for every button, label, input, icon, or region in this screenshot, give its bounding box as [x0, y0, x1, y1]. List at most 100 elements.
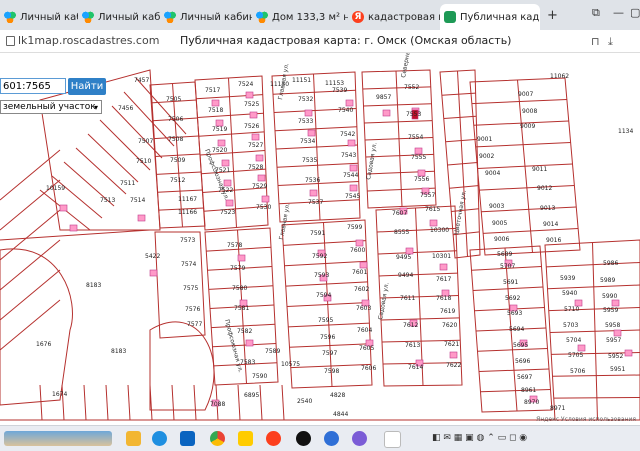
- app-icon[interactable]: [352, 431, 367, 446]
- building: [383, 110, 390, 116]
- large-parcel[interactable]: [0, 249, 72, 405]
- parcel-number: 4844: [333, 411, 348, 418]
- lk-icon: [164, 11, 176, 23]
- parcel-number: 7526: [244, 123, 259, 130]
- parcel-number: 5422: [145, 253, 160, 260]
- browser-tab-1[interactable]: Личный кабинет - (: [0, 4, 78, 30]
- parcel-number: 7603: [356, 305, 371, 312]
- lk-icon: [82, 11, 94, 23]
- yandex-music-icon[interactable]: [238, 431, 253, 446]
- parcel-number: 7613: [405, 342, 420, 349]
- bookmark-icon[interactable]: ⊓: [591, 35, 600, 48]
- search-panel: 601:7565 Найти земельный участок▾: [0, 78, 110, 118]
- parcel-number: 7577: [187, 321, 202, 328]
- parcel-number: 5959: [603, 307, 618, 314]
- file-explorer-icon[interactable]: [126, 431, 141, 446]
- parcel-number: 11166: [178, 209, 197, 216]
- tab-label: кадастровая карта: [368, 12, 440, 23]
- parcel-number: 9495: [396, 254, 411, 261]
- parcel-number: 7611: [400, 295, 415, 302]
- parcel-number: 9005: [492, 220, 507, 227]
- parcel-number: 7593: [314, 272, 329, 279]
- parcel-number: 7530: [256, 204, 271, 211]
- chrome-icon[interactable]: [210, 431, 225, 446]
- building: [150, 270, 157, 276]
- parcel-number: 9012: [537, 185, 552, 192]
- tab-label: Личный кабинет - (: [98, 12, 160, 23]
- find-button[interactable]: Найти: [68, 78, 106, 95]
- parcel-number: 7598: [324, 368, 339, 375]
- parcel-number: 8183: [86, 282, 101, 289]
- parcel-number: 7578: [227, 242, 242, 249]
- parcel-number: 7596: [320, 334, 335, 341]
- building: [218, 140, 225, 146]
- parcel-number: 8961: [521, 387, 536, 394]
- browser-tab-5[interactable]: Якадастровая карта: [348, 4, 440, 30]
- parcel-boundary: [282, 385, 284, 420]
- parcel-number: 7557: [420, 192, 435, 199]
- cadastral-search-input[interactable]: 601:7565: [0, 78, 66, 94]
- tab-label: Публичная кадастр: [460, 12, 540, 23]
- browser-tab-2[interactable]: Личный кабинет - (: [78, 4, 160, 30]
- yandex-y-icon[interactable]: [324, 431, 339, 446]
- building: [350, 165, 357, 171]
- building: [70, 225, 77, 231]
- parcel-number: 7088: [210, 401, 225, 408]
- yandex-zen-icon[interactable]: [296, 431, 311, 446]
- parcel-number: 10300: [430, 227, 449, 234]
- parcel-number: 11062: [550, 73, 569, 80]
- parcel-number: 7517: [205, 87, 220, 94]
- yandex-browser-icon[interactable]: [266, 431, 281, 446]
- parcel-number: 9016: [546, 237, 561, 244]
- browser-tab-4[interactable]: Дом 133,3 м² на уч: [252, 4, 348, 30]
- parcel-boundary: [76, 148, 126, 194]
- parcel-number: 9002: [479, 153, 494, 160]
- street-label: Профсоюзная ул.: [203, 148, 230, 201]
- minimize-icon[interactable]: —: [613, 6, 624, 19]
- download-icon[interactable]: ⤓: [608, 35, 613, 49]
- edge-icon[interactable]: [152, 431, 167, 446]
- parcel-number: 7622: [446, 362, 461, 369]
- parcel-number: 8183: [111, 348, 126, 355]
- parcel-number: 7529: [252, 183, 267, 190]
- parcel-number: 5707: [500, 263, 515, 270]
- building: [350, 185, 357, 191]
- parcel-number: 5705: [568, 352, 583, 359]
- parcel-number: 5695: [513, 342, 528, 349]
- yandex-active-icon[interactable]: [384, 431, 401, 448]
- maximize-icon[interactable]: ▢: [630, 6, 640, 19]
- tab-list-icon[interactable]: ⧉: [592, 6, 600, 20]
- browser-tab-3[interactable]: Личный кабинет - (: [160, 4, 252, 30]
- parcel-boundary: [260, 385, 262, 420]
- parcel-number: 5689: [497, 251, 512, 258]
- parcel-number: 7508: [168, 136, 183, 143]
- parcel-number: 6895: [244, 392, 259, 399]
- parcel-number: 7574: [181, 261, 196, 268]
- parcel-number: 10301: [432, 253, 451, 260]
- parcel-number: 7535: [302, 157, 317, 164]
- parcel-number: 7600: [350, 247, 365, 254]
- browser-tab-6-active[interactable]: Публичная кадастр✕: [440, 4, 540, 30]
- building: [308, 130, 315, 136]
- parcel-number: 9003: [489, 203, 504, 210]
- weather-widget[interactable]: [4, 431, 112, 446]
- outlook-icon[interactable]: [180, 431, 195, 446]
- parcel-number: 5692: [505, 295, 520, 302]
- lk-icon: [4, 11, 16, 23]
- parcel-boundary: [52, 176, 102, 218]
- new-tab-button[interactable]: +: [545, 9, 560, 24]
- building: [310, 190, 317, 196]
- parcel-number: 7576: [185, 306, 200, 313]
- parcel-number: 2540: [297, 398, 312, 405]
- parcel-number: 9011: [532, 166, 547, 173]
- building: [256, 155, 263, 161]
- building: [212, 100, 219, 106]
- building: [246, 340, 253, 346]
- parcel-number: 5706: [570, 368, 585, 375]
- url-field[interactable]: lk1map.roscadastres.com: [18, 34, 159, 47]
- parcel-number: 7532: [298, 96, 313, 103]
- system-tray-icons[interactable]: ◧ ✉ ▦ ▣ ◍ ⌃ ▭ ◻ ◉: [432, 433, 527, 443]
- object-type-select[interactable]: земельный участок▾: [0, 100, 102, 114]
- parcel-number: 7519: [212, 126, 227, 133]
- yandex-icon: Я: [352, 11, 364, 23]
